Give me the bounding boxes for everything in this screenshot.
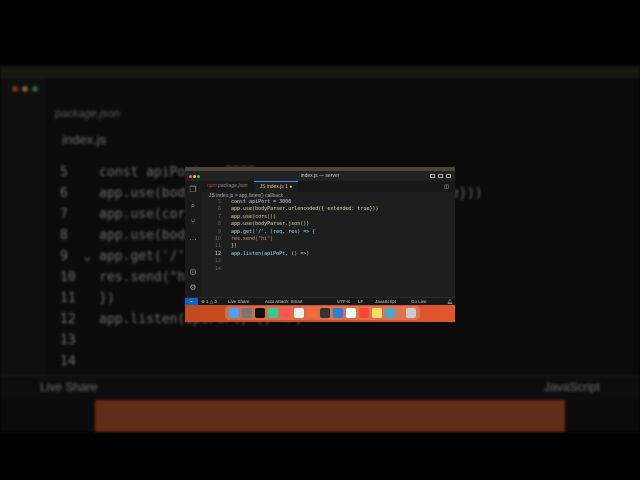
settings-app-icon[interactable] xyxy=(242,308,252,318)
trash-icon[interactable] xyxy=(406,308,416,318)
bell-icon[interactable]: 🔔︎ xyxy=(447,298,453,305)
title-bar: index.js — server xyxy=(185,171,455,181)
explorer-icon[interactable]: ❐ xyxy=(189,186,197,194)
layout-icon[interactable] xyxy=(430,174,435,178)
live-share-button[interactable]: Live Share xyxy=(228,298,250,305)
eol-status[interactable]: LF xyxy=(358,298,363,305)
vscode-window: index.js — server ❐ ⌕ ⑂ … ◎ ⚙ npm packag… xyxy=(185,167,455,322)
code-line: 7 app.use(cors()) xyxy=(217,213,277,220)
close-button[interactable] xyxy=(189,175,192,178)
code-line: 6 app.use(bodyParser.urlencoded({ extende… xyxy=(217,206,379,213)
maximize-button[interactable] xyxy=(197,175,200,178)
editor-tabs: npm package.json JS index.js 1 ● ◫ xyxy=(201,181,455,192)
search-icon[interactable]: ⌕ xyxy=(189,202,197,210)
language-status[interactable]: JavaScript xyxy=(375,298,396,305)
activity-bar: ❐ ⌕ ⑂ … ◎ ⚙ xyxy=(185,181,201,301)
code-line: 14 xyxy=(214,265,221,272)
vscode-icon[interactable] xyxy=(333,308,343,318)
go-live-button[interactable]: Go Live xyxy=(411,298,427,305)
terminal-icon[interactable] xyxy=(255,308,265,318)
panel-icon[interactable] xyxy=(438,174,443,178)
code-line: 10 res.send("hi") xyxy=(214,236,274,243)
sidebar-icon[interactable] xyxy=(446,174,451,178)
code-line: 12 app.listen(apiPoPt, () =>) xyxy=(214,250,310,257)
piano-icon[interactable] xyxy=(320,308,330,318)
js-icon: JS xyxy=(259,184,267,190)
code-line: 8 app.use(bodyParser.json()) xyxy=(217,221,310,228)
notes-app-icon[interactable] xyxy=(372,308,382,318)
gear-icon[interactable]: ⚙ xyxy=(189,284,197,292)
code-line: 13 xyxy=(214,258,221,265)
tab-index-js[interactable]: JS index.js 1 ● xyxy=(253,181,299,192)
code-line: 9 app.get('/', (req, res) => { xyxy=(217,228,316,235)
music-icon[interactable] xyxy=(359,308,369,318)
code-line: 11}) xyxy=(214,243,238,250)
tab-package-json[interactable]: npm package.json xyxy=(201,181,254,192)
problems-status[interactable]: ⊗ 1 △ 0 xyxy=(201,298,217,305)
encoding-status[interactable]: UTF-8 xyxy=(337,298,350,305)
code-line: 5 const apiPort = 3000 xyxy=(217,199,292,205)
chrome-icon[interactable] xyxy=(268,308,278,318)
auto-attach-status[interactable]: Auto Attach: Smart xyxy=(265,298,303,305)
safari-icon[interactable] xyxy=(385,308,395,318)
slack-icon[interactable] xyxy=(346,308,356,318)
swift-icon[interactable] xyxy=(307,308,317,318)
account-icon[interactable]: ◎ xyxy=(189,268,197,276)
brave-icon[interactable] xyxy=(281,308,291,318)
code-editor[interactable]: 5 const apiPort = 3000 6 app.use(bodyParse… xyxy=(201,199,379,273)
mac-dock xyxy=(185,305,455,322)
status-bar: ⌁ ⊗ 1 △ 0 Live Share Auto Attach: Smart … xyxy=(185,297,455,306)
source-control-icon[interactable]: ⑂ xyxy=(189,218,197,226)
more-icon[interactable]: … xyxy=(189,234,197,242)
minimize-button[interactable] xyxy=(193,175,196,178)
finder-icon[interactable] xyxy=(229,308,239,318)
notes-icon[interactable] xyxy=(294,308,304,318)
split-editor-icon[interactable]: ◫ xyxy=(438,181,455,192)
window-title: index.js — server xyxy=(300,173,340,179)
npm-icon: npm xyxy=(207,183,219,189)
